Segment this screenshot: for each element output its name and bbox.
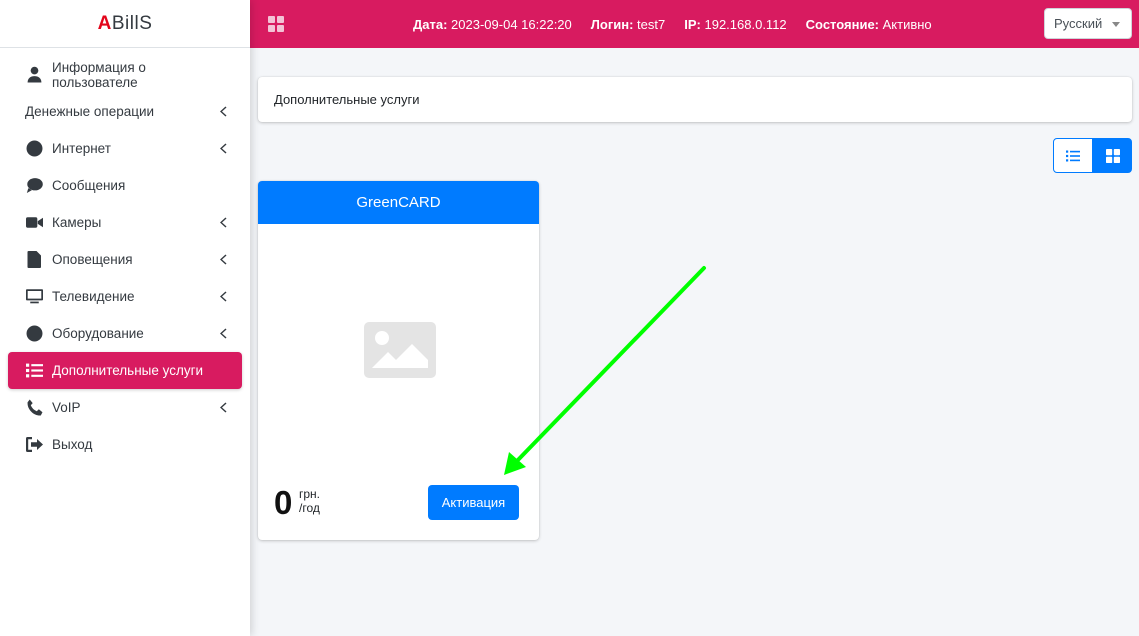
login-info: Логин: test7: [590, 16, 666, 32]
chevron-left-icon: [218, 402, 228, 414]
circle-icon: [24, 324, 44, 344]
chevron-left-icon: [218, 217, 228, 229]
top-navbar: Дата: 2023-09-04 16:22:20 Логин: test7 I…: [250, 0, 1139, 48]
chevron-left-icon: [218, 291, 228, 303]
sidebar-item-label: Оборудование: [52, 326, 144, 341]
page-title-card: Дополнительные услуги: [258, 77, 1132, 122]
sidebar-item-user-info[interactable]: Информация о пользователе: [8, 56, 242, 93]
chevron-left-icon: [218, 106, 228, 118]
comment-icon: [24, 176, 44, 196]
page-title: Дополнительные услуги: [274, 92, 420, 107]
tv-icon: [24, 287, 44, 307]
file-icon: [24, 250, 44, 270]
sidebar-item-money-operations[interactable]: Денежные операции: [8, 93, 242, 130]
sidebar-item-messages[interactable]: Сообщения: [8, 167, 242, 204]
sidebar-item-notifications[interactable]: Оповещения: [8, 241, 242, 278]
image-placeholder-icon: [364, 322, 436, 378]
sidebar-item-label: Оповещения: [52, 252, 133, 267]
list-view-button[interactable]: [1053, 138, 1093, 173]
brand-logo[interactable]: A BillS: [0, 0, 250, 48]
sign-out-icon: [24, 435, 44, 455]
activate-button[interactable]: Активация: [428, 485, 519, 520]
service-card: GreenCARD 0 грн. /год Активация: [258, 181, 539, 540]
session-info: Дата: 2023-09-04 16:22:20 Логин: test7 I…: [413, 0, 951, 48]
sidebar-item-voip[interactable]: VoIP: [8, 389, 242, 426]
price-unit: грн. /год: [299, 487, 320, 515]
sidebar-item-logout[interactable]: Выход: [8, 426, 242, 463]
caret-down-icon: [1112, 22, 1120, 27]
sidebar-item-television[interactable]: Телевидение: [8, 278, 242, 315]
service-price: 0: [274, 484, 293, 521]
sidebar-item-label: Выход: [52, 437, 93, 452]
view-toggle: [1053, 138, 1132, 173]
sidebar-item-internet[interactable]: Интернет: [8, 130, 242, 167]
status-info: Состояние: Активно: [805, 16, 932, 32]
sidebar-item-label: Телевидение: [52, 289, 135, 304]
list-icon: [1066, 150, 1080, 161]
brand-logo-accent: A: [97, 12, 112, 34]
sidebar-item-label: VoIP: [52, 400, 81, 415]
service-card-header: GreenCARD: [258, 181, 539, 224]
language-select[interactable]: Русский: [1044, 8, 1132, 39]
sidebar-item-label: Информация о пользователе: [52, 59, 146, 90]
sidebar-item-label: Сообщения: [52, 178, 126, 193]
sidebar-item-label: Камеры: [52, 215, 102, 230]
sidebar-item-cameras[interactable]: Камеры: [8, 204, 242, 241]
grid-icon: [1105, 148, 1120, 163]
sidebar-item-additional-services[interactable]: Дополнительные услуги: [8, 352, 242, 389]
brand-logo-text: BillS: [111, 12, 153, 34]
chevron-left-icon: [218, 328, 228, 340]
phone-icon: [24, 398, 44, 418]
list-icon: [24, 361, 44, 381]
chevron-left-icon: [218, 143, 228, 155]
date-info: Дата: 2023-09-04 16:22:20: [413, 16, 572, 32]
sidebar-item-label: Дополнительные услуги: [52, 363, 204, 378]
sidebar-item-label: Денежные операции: [25, 104, 155, 119]
sidebar-item-equipment[interactable]: Оборудование: [8, 315, 242, 352]
ip-info: IP: 192.168.0.112: [684, 16, 787, 32]
video-camera-icon: [24, 213, 44, 233]
price-period: /год: [299, 501, 320, 515]
grid-view-button[interactable]: [1093, 138, 1132, 173]
chevron-left-icon: [218, 254, 228, 266]
language-select-value: Русский: [1054, 16, 1103, 31]
sidebar-menu: Информация о пользователе Денежные опера…: [0, 48, 250, 463]
user-icon: [24, 65, 44, 85]
sidebar-item-label: Интернет: [52, 141, 111, 156]
price-currency: грн.: [299, 487, 321, 501]
sidebar: A BillS Информация о пользователе Денежны…: [0, 0, 250, 636]
service-title: GreenCARD: [356, 194, 441, 211]
globe-icon: [24, 139, 44, 159]
grid-menu-icon[interactable]: [268, 16, 284, 32]
